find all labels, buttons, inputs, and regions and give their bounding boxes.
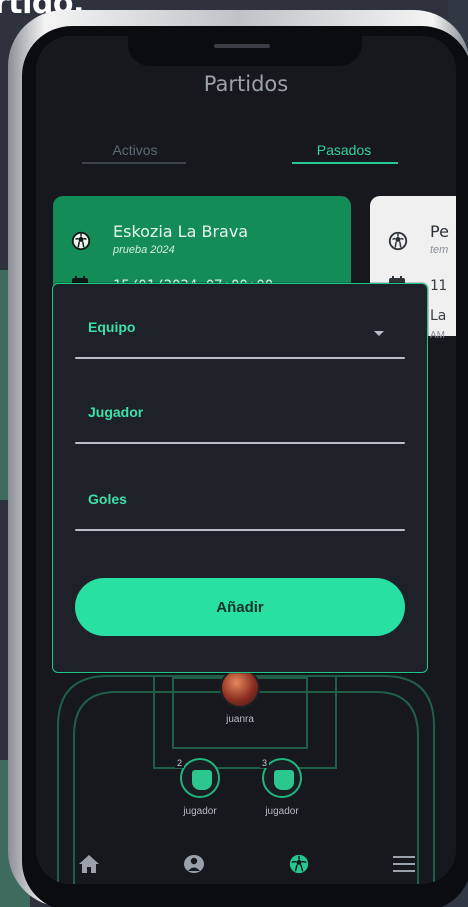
- goles-label: Goles: [88, 491, 127, 507]
- player-name: jugador: [183, 806, 217, 817]
- menu-icon: [392, 856, 415, 872]
- avatar[interactable]: [220, 668, 260, 708]
- equipo-label: Equipo: [88, 319, 136, 335]
- player-number: 2: [175, 758, 185, 768]
- player-name: jugador: [265, 806, 299, 817]
- jugador-field[interactable]: [75, 442, 405, 444]
- jersey-icon: [192, 770, 212, 790]
- home-icon: [78, 855, 99, 873]
- player-number: 3: [260, 758, 270, 768]
- nav-menu[interactable]: [390, 850, 418, 878]
- soccer-ball-icon: [289, 854, 308, 874]
- jersey-icon: [274, 770, 294, 790]
- jugador-label: Jugador: [88, 404, 144, 420]
- player-badge[interactable]: [180, 758, 220, 798]
- bottom-navigation: [36, 844, 456, 884]
- nav-profile[interactable]: [180, 850, 208, 878]
- nav-matches[interactable]: [285, 850, 313, 878]
- add-button[interactable]: Añadir: [75, 578, 405, 636]
- player-name: juanra: [226, 714, 254, 725]
- app-screen: Partidos Activos Pasados Eskozia La Brav…: [36, 36, 456, 884]
- nav-home[interactable]: [75, 850, 103, 878]
- dropdown-arrow-icon[interactable]: [374, 331, 384, 336]
- phone-notch: [128, 36, 362, 66]
- screenshot-stage: rtido. Partidos Activos Pasados Eskozia …: [0, 0, 468, 907]
- speaker-grille: [214, 44, 270, 48]
- user-icon: [183, 855, 204, 873]
- equipo-select[interactable]: [75, 357, 405, 359]
- add-goal-dialog: Equipo Jugador Goles Añadir: [52, 283, 428, 673]
- goles-field[interactable]: [75, 529, 405, 531]
